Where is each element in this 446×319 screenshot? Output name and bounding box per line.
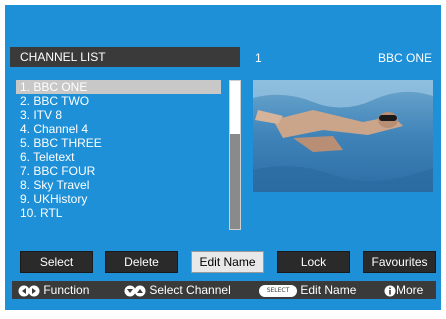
info-icon xyxy=(384,285,396,297)
list-item[interactable]: 9. UKHistory xyxy=(16,192,221,206)
select-channel-label: Select Channel xyxy=(149,283,231,297)
screen: CHANNEL LIST 1 BBC ONE 1. BBC ONE 2. BBC… xyxy=(0,0,446,319)
more-hint: More xyxy=(384,281,423,299)
left-right-keys-hint: Function xyxy=(18,281,89,299)
more-label: More xyxy=(396,283,424,297)
edit-name-label: Edit Name xyxy=(300,283,357,297)
list-item[interactable]: 10. RTL xyxy=(16,206,221,220)
footer-help-bar: Function Select Channel SELECT Edit Name… xyxy=(12,281,436,299)
up-down-keys-hint: Select Channel xyxy=(124,281,231,299)
list-item[interactable]: 7. BBC FOUR xyxy=(16,164,221,178)
page-title: CHANNEL LIST xyxy=(20,50,106,64)
list-item[interactable]: 2. BBC TWO xyxy=(16,94,221,108)
current-channel-name: BBC ONE xyxy=(377,51,432,65)
channel-list: 1. BBC ONE 2. BBC TWO 3. ITV 8 4. Channe… xyxy=(16,80,231,230)
select-key-hint: SELECT Edit Name xyxy=(259,281,356,299)
list-item[interactable]: 5. BBC THREE xyxy=(16,136,221,150)
select-key-icon: SELECT xyxy=(259,284,297,297)
scrollbar[interactable] xyxy=(229,80,241,230)
channel-preview xyxy=(253,80,433,192)
scroll-thumb[interactable] xyxy=(230,81,240,134)
list-item[interactable]: 6. Teletext xyxy=(16,150,221,164)
select-button[interactable]: Select xyxy=(20,251,93,273)
list-item[interactable]: 4. Channel 4 xyxy=(16,122,221,136)
function-label: Function xyxy=(43,283,90,297)
favourites-button[interactable]: Favourites xyxy=(363,251,436,273)
left-right-arrows-icon xyxy=(18,285,40,297)
list-item[interactable]: 3. ITV 8 xyxy=(16,108,221,122)
current-channel-number: 1 xyxy=(255,51,262,65)
preview-image xyxy=(253,80,433,192)
list-item[interactable]: 8. Sky Travel xyxy=(16,178,221,192)
up-down-arrows-icon xyxy=(124,285,146,297)
lock-button[interactable]: Lock xyxy=(277,251,350,273)
title-bar: CHANNEL LIST xyxy=(10,47,240,67)
delete-button[interactable]: Delete xyxy=(105,251,178,273)
edit-name-button[interactable]: Edit Name xyxy=(191,251,264,273)
list-item[interactable]: 1. BBC ONE xyxy=(16,80,221,94)
